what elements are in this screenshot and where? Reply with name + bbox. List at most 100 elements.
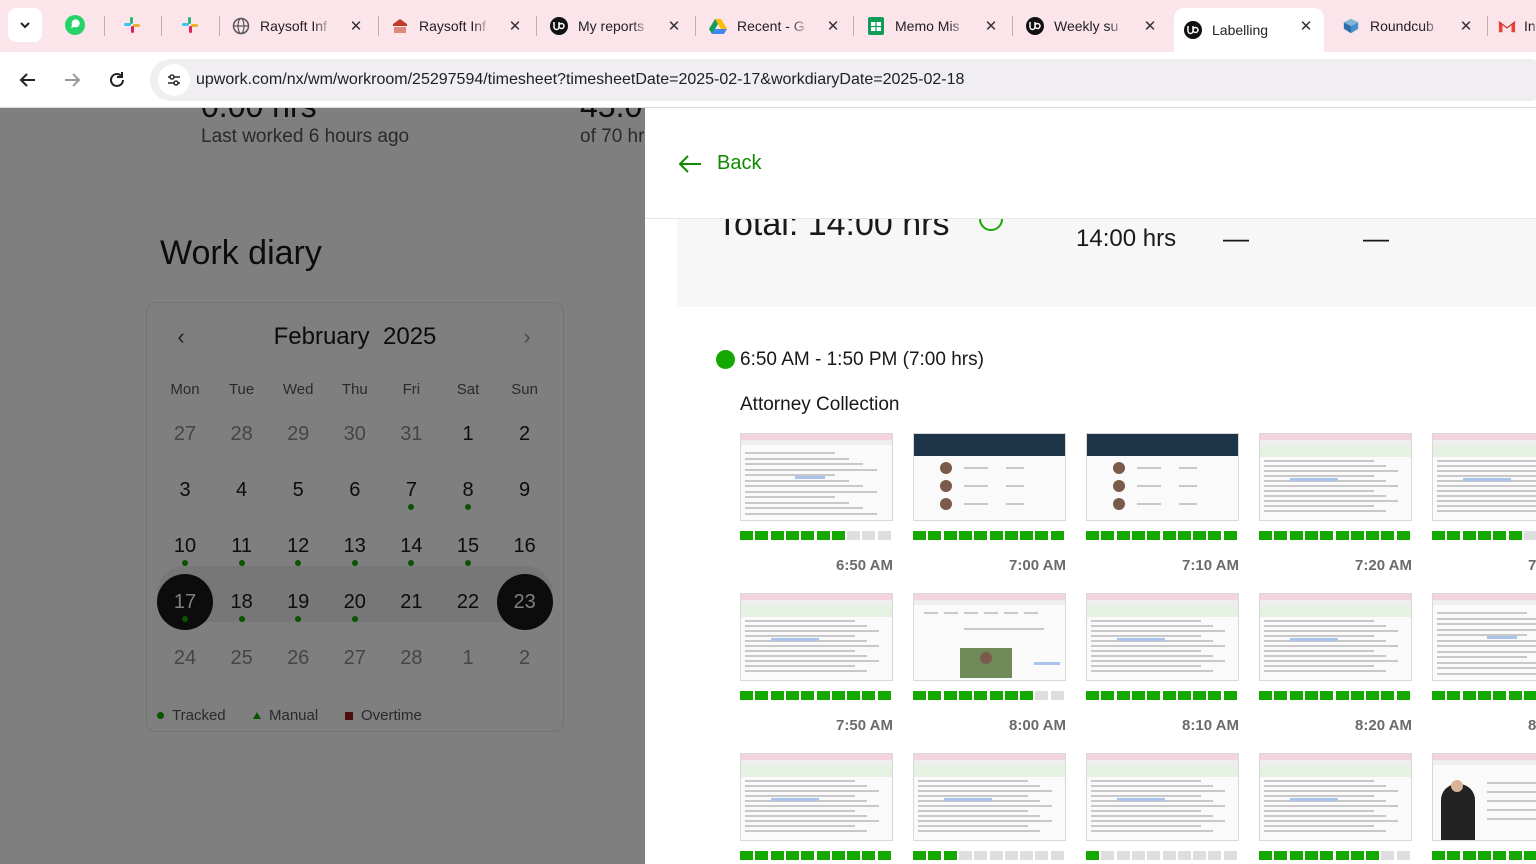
screenshot-card[interactable]: 8:20 AM [1259, 593, 1412, 743]
screenshot-thumbnail[interactable] [1432, 433, 1536, 521]
tab-raysoft-2[interactable]: Raysoft Inf ✕ [381, 8, 533, 44]
screenshot-thumbnail[interactable] [1086, 593, 1239, 681]
thumbnail-detail [745, 670, 867, 672]
close-icon[interactable]: ✕ [1296, 16, 1316, 36]
thumbnail-detail [745, 655, 867, 657]
activity-meter [1086, 531, 1239, 540]
close-icon[interactable]: ✕ [664, 16, 684, 36]
activity-bar [1004, 691, 1018, 700]
thumbnail-detail [940, 480, 952, 492]
thumbnail-detail [741, 765, 892, 777]
gmail-icon [1498, 17, 1516, 35]
pinned-tab-slack-2[interactable] [175, 10, 205, 40]
screenshot-card[interactable]: 8:10 AM [1086, 593, 1239, 743]
thumbnail-detail [1264, 785, 1386, 787]
activity-bar [1335, 851, 1349, 860]
screenshot-thumbnail[interactable] [740, 433, 893, 521]
screenshot-thumbnail[interactable] [1259, 433, 1412, 521]
tab-title: Roundcub [1370, 18, 1434, 34]
activity-bar [1177, 531, 1191, 540]
screenshot-thumbnail[interactable] [1259, 753, 1412, 841]
tab-my-reports[interactable]: My reports ✕ [540, 8, 692, 44]
screenshot-card[interactable]: 7:20 AM [1259, 433, 1412, 583]
status-circle-icon [979, 219, 1003, 231]
screenshot-thumbnail[interactable] [913, 593, 1066, 681]
close-icon[interactable]: ✕ [1140, 16, 1160, 36]
thumbnail-detail [745, 620, 855, 622]
screenshot-card[interactable]: 7:30 AM [1432, 433, 1536, 583]
screenshot-thumbnail[interactable] [740, 753, 893, 841]
screenshot-card[interactable] [1432, 753, 1536, 864]
thumbnail-detail [1487, 800, 1536, 802]
activity-bar [1508, 851, 1522, 860]
screenshot-time: 7:20 AM [1355, 557, 1412, 574]
screenshot-card[interactable] [1259, 753, 1412, 864]
thumbnail-detail [745, 507, 863, 509]
activity-bar [958, 531, 972, 540]
thumbnail-detail [1437, 465, 1536, 467]
thumbnail-detail [1091, 795, 1201, 797]
activity-bar [1462, 531, 1476, 540]
tab-gmail[interactable]: In [1490, 8, 1536, 44]
screenshot-card[interactable]: 7:10 AM [1086, 433, 1239, 583]
total-summary: Total: 14:00 hrs 14:00 hrs — — [677, 219, 1536, 307]
back-button[interactable] [14, 66, 42, 94]
thumbnail-detail [1113, 480, 1125, 492]
activity-meter [1432, 851, 1536, 860]
screenshot-card[interactable]: 6:50 AM [740, 433, 893, 583]
thumbnail-detail [1264, 660, 1398, 662]
screenshot-thumbnail[interactable] [1086, 433, 1239, 521]
pinned-tab-whatsapp[interactable] [60, 10, 90, 40]
screenshot-thumbnail[interactable] [1432, 593, 1536, 681]
screenshot-card[interactable] [913, 753, 1066, 864]
screenshot-card[interactable]: 8:00 AM [913, 593, 1066, 743]
close-icon[interactable]: ✕ [346, 16, 366, 36]
thumbnail-detail [1264, 645, 1398, 647]
close-icon[interactable]: ✕ [981, 16, 1001, 36]
tab-roundcube[interactable]: Roundcub ✕ [1332, 8, 1484, 44]
activity-bar [1493, 851, 1507, 860]
pinned-tab-slack-1[interactable] [117, 10, 147, 40]
tab-weekly-summary[interactable]: Weekly su ✕ [1016, 8, 1168, 44]
screenshot-card[interactable] [1086, 753, 1239, 864]
thumbnail-detail [745, 452, 835, 454]
screenshot-thumbnail[interactable] [1259, 593, 1412, 681]
close-icon[interactable]: ✕ [505, 16, 525, 36]
screenshot-card[interactable] [740, 753, 893, 864]
activity-bar [1432, 851, 1445, 860]
globe-icon [232, 17, 250, 35]
thumbnail-detail [1264, 630, 1398, 632]
activity-bar [740, 851, 753, 860]
tab-title: Raysoft Inf [260, 18, 327, 34]
activity-bar [1381, 691, 1395, 700]
address-bar[interactable]: upwork.com/nx/wm/workroom/25297594/times… [150, 59, 1536, 101]
close-icon[interactable]: ✕ [1456, 16, 1476, 36]
screenshot-thumbnail[interactable] [1086, 753, 1239, 841]
screenshot-thumbnail[interactable] [740, 593, 893, 681]
tab-google-drive[interactable]: Recent - G ✕ [699, 8, 851, 44]
screenshot-thumbnail[interactable] [1432, 753, 1536, 841]
activity-bar [1162, 851, 1176, 860]
screenshot-thumbnail[interactable] [913, 753, 1066, 841]
screenshot-time: 6:50 AM [836, 557, 893, 574]
activity-bar [958, 691, 972, 700]
back-link[interactable]: Back [677, 152, 761, 175]
thumbnail-detail [1091, 635, 1201, 637]
screenshot-card[interactable]: 7:00 AM [913, 433, 1066, 583]
tab-search-button[interactable] [8, 8, 42, 42]
screenshot-thumbnail[interactable] [913, 433, 1066, 521]
modal-backdrop[interactable] [0, 108, 645, 864]
tab-memo-sheet[interactable]: Memo Mis ✕ [857, 8, 1009, 44]
reload-button[interactable] [103, 66, 131, 94]
forward-button[interactable] [58, 66, 86, 94]
screenshot-card[interactable]: 8:30 AM [1432, 593, 1536, 743]
tab-labelling-active[interactable]: Labelling ✕ [1174, 8, 1324, 52]
thumbnail-detail [1091, 820, 1225, 822]
activity-bar [1035, 851, 1049, 860]
close-icon[interactable]: ✕ [823, 16, 843, 36]
tab-raysoft-1[interactable]: Raysoft Inf ✕ [222, 8, 374, 44]
thumbnail-detail [1433, 600, 1536, 605]
thumbnail-detail [1034, 662, 1060, 665]
site-info-button[interactable] [158, 64, 190, 96]
screenshot-card[interactable]: 7:50 AM [740, 593, 893, 743]
